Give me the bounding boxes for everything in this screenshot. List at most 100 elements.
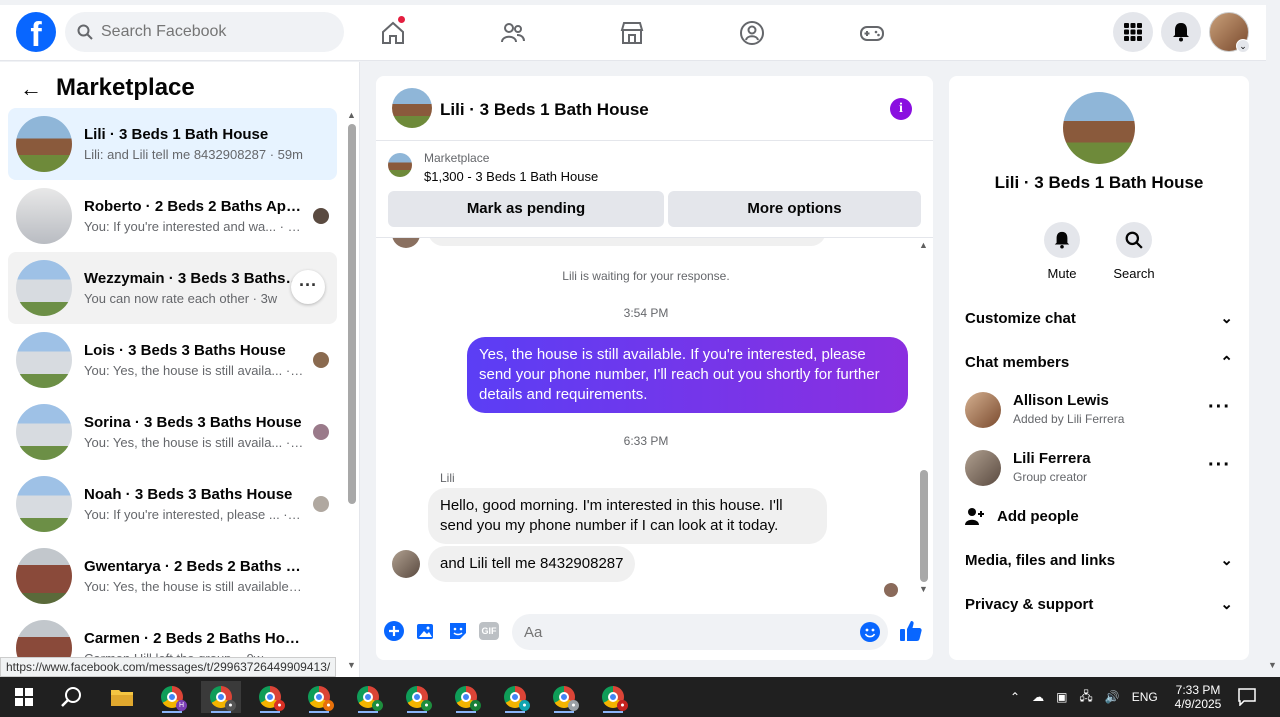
folder-icon xyxy=(111,690,133,706)
conversation-item[interactable]: Sorina · 3 Beds 3 Baths House You: Yes, t… xyxy=(8,396,337,468)
conversation-item[interactable]: Roberto · 2 Beds 2 Baths Apar... You: If … xyxy=(8,180,337,252)
chrome-taskbar-item[interactable]: ● xyxy=(250,681,290,713)
chat-bubble-icon xyxy=(1238,688,1256,706)
home-icon xyxy=(382,21,404,44)
scroll-up-icon[interactable]: ▲ xyxy=(919,240,928,250)
chrome-taskbar-item[interactable]: H xyxy=(152,681,192,713)
scroll-up-icon[interactable]: ▲ xyxy=(347,110,356,120)
chrome-taskbar-item[interactable]: ● xyxy=(348,681,388,713)
file-explorer-button[interactable] xyxy=(102,681,142,713)
clock[interactable]: 7:33 PM 4/9/2025 xyxy=(1168,677,1228,717)
outgoing-message[interactable]: Yes, the house is still available. If yo… xyxy=(467,337,908,413)
photo-button[interactable] xyxy=(415,620,437,642)
member-options-icon[interactable]: ··· xyxy=(1208,454,1231,477)
conversation-item[interactable]: Lili · 3 Beds 1 Bath House Lili: and Lili… xyxy=(8,108,337,180)
more-options-icon[interactable]: ··· xyxy=(291,270,325,304)
language-indicator[interactable]: ENG xyxy=(1132,690,1158,704)
conversation-item[interactable]: Noah · 3 Beds 3 Baths House You: If you'r… xyxy=(8,468,337,540)
conversation-item[interactable]: Gwentarya · 2 Beds 2 Baths House You: Yes… xyxy=(8,540,337,612)
waiting-notice: Lili is waiting for your response. xyxy=(562,269,730,283)
running-indicator xyxy=(211,711,231,713)
home-nav[interactable] xyxy=(373,13,413,53)
message-input-box[interactable] xyxy=(512,614,888,650)
chrome-taskbar-item[interactable]: ● xyxy=(446,681,486,713)
emoji-icon[interactable] xyxy=(860,622,880,642)
scroll-down-icon[interactable]: ▼ xyxy=(1268,660,1277,670)
incoming-message[interactable]: Hello, good morning. I'm interested in t… xyxy=(428,488,827,544)
member-row[interactable]: Lili Ferrera Group creator ··· xyxy=(965,444,1233,492)
groups-nav[interactable] xyxy=(732,13,772,53)
incoming-message[interactable]: and Lili tell me 8432908287 xyxy=(428,546,636,582)
account-avatar[interactable]: ⌄ xyxy=(1209,12,1250,53)
gaming-nav[interactable] xyxy=(852,13,892,53)
search-chat-button[interactable]: Search xyxy=(1104,222,1164,281)
page-scrollbar[interactable]: ▼ xyxy=(1266,62,1280,677)
chrome-taskbar-item[interactable]: ● xyxy=(544,681,584,713)
member-avatar xyxy=(965,450,1001,486)
chevron-up-icon[interactable]: ⌃ xyxy=(1010,690,1020,704)
seen-avatar xyxy=(313,352,329,368)
start-button[interactable] xyxy=(4,681,44,713)
conversation-avatar xyxy=(16,332,72,388)
conversation-name: Noah · 3 Beds 3 Baths House xyxy=(84,486,293,503)
mute-button[interactable]: Mute xyxy=(1032,222,1092,281)
cloud-icon[interactable]: ☁ xyxy=(1032,690,1044,704)
info-icon[interactable]: i xyxy=(890,98,912,120)
chat-details-avatar[interactable] xyxy=(1063,92,1135,164)
chat-scrollbar[interactable]: ▲ ▼ xyxy=(918,238,930,598)
privacy-support-section[interactable]: Privacy & support ⌄ xyxy=(965,584,1233,624)
taskbar-search-button[interactable] xyxy=(52,681,92,713)
like-button[interactable] xyxy=(899,619,923,643)
scrollbar-thumb[interactable] xyxy=(348,124,356,504)
facebook-logo[interactable]: f xyxy=(16,12,56,52)
add-attachment-button[interactable] xyxy=(383,620,405,642)
chrome-taskbar-item[interactable]: ● xyxy=(201,681,241,713)
chrome-icon: ● xyxy=(259,686,285,711)
notification-dot xyxy=(398,16,405,23)
back-arrow-icon[interactable]: ← xyxy=(20,76,42,102)
network-icon[interactable]: 🖧 xyxy=(1079,687,1092,708)
sidebar-scrollbar[interactable]: ▲ ▼ xyxy=(346,110,358,675)
chat-members-section[interactable]: Chat members ⌃ xyxy=(965,342,1233,382)
notifications-button[interactable] xyxy=(1161,12,1201,52)
meet-now-icon[interactable]: ▣ xyxy=(1056,690,1067,704)
scroll-down-icon[interactable]: ▼ xyxy=(347,660,356,670)
thumbs-up-icon xyxy=(900,621,922,641)
conversation-item[interactable]: Wezzymain · 3 Beds 3 Baths H... You can n… xyxy=(8,252,337,324)
chat-header: Lili · 3 Beds 1 Bath House i xyxy=(376,76,933,141)
search-box[interactable] xyxy=(65,12,344,52)
menu-button[interactable] xyxy=(1113,12,1153,52)
scroll-down-icon[interactable]: ▼ xyxy=(919,584,928,594)
chrome-taskbar-item[interactable]: ● xyxy=(593,681,633,713)
add-people-button[interactable]: Add people xyxy=(965,496,1233,536)
marketplace-nav[interactable] xyxy=(612,13,652,53)
clock-time: 7:33 PM xyxy=(1175,683,1221,697)
chat-title[interactable]: Lili · 3 Beds 1 Bath House xyxy=(440,100,649,120)
gif-icon[interactable]: GIF xyxy=(479,622,499,640)
listing-title[interactable]: $1,300 - 3 Beds 1 Bath House xyxy=(424,169,598,184)
seen-avatar xyxy=(313,424,329,440)
member-options-icon[interactable]: ··· xyxy=(1208,396,1231,419)
chrome-taskbar-item[interactable]: ● xyxy=(299,681,339,713)
chrome-taskbar-item[interactable]: ● xyxy=(495,681,535,713)
message-input[interactable] xyxy=(524,614,844,650)
chrome-taskbar-item[interactable]: ● xyxy=(397,681,437,713)
search-input[interactable] xyxy=(101,23,321,41)
scrollbar-thumb[interactable] xyxy=(920,470,928,582)
mark-pending-button[interactable]: Mark as pending xyxy=(388,191,664,227)
listing-thumbnail[interactable] xyxy=(388,153,412,177)
conversation-item[interactable]: Lois · 3 Beds 3 Baths House You: Yes, the… xyxy=(8,324,337,396)
customize-chat-section[interactable]: Customize chat ⌄ xyxy=(965,298,1233,338)
sticker-button[interactable] xyxy=(447,620,469,642)
conversation-avatar xyxy=(16,404,72,460)
media-files-section[interactable]: Media, files and links ⌄ xyxy=(965,540,1233,580)
sticker-icon xyxy=(450,623,466,639)
more-options-button[interactable]: More options xyxy=(668,191,921,227)
member-row[interactable]: Allison Lewis Added by Lili Ferrera ··· xyxy=(965,386,1233,434)
chrome-icon: ● xyxy=(553,686,579,711)
notification-center-button[interactable] xyxy=(1238,677,1256,717)
chat-avatar[interactable] xyxy=(392,88,432,128)
volume-icon[interactable]: 🔊 xyxy=(1105,690,1120,704)
message-list: Lili is waiting for your response. 3:54 … xyxy=(376,238,933,598)
friends-nav[interactable] xyxy=(493,13,533,53)
